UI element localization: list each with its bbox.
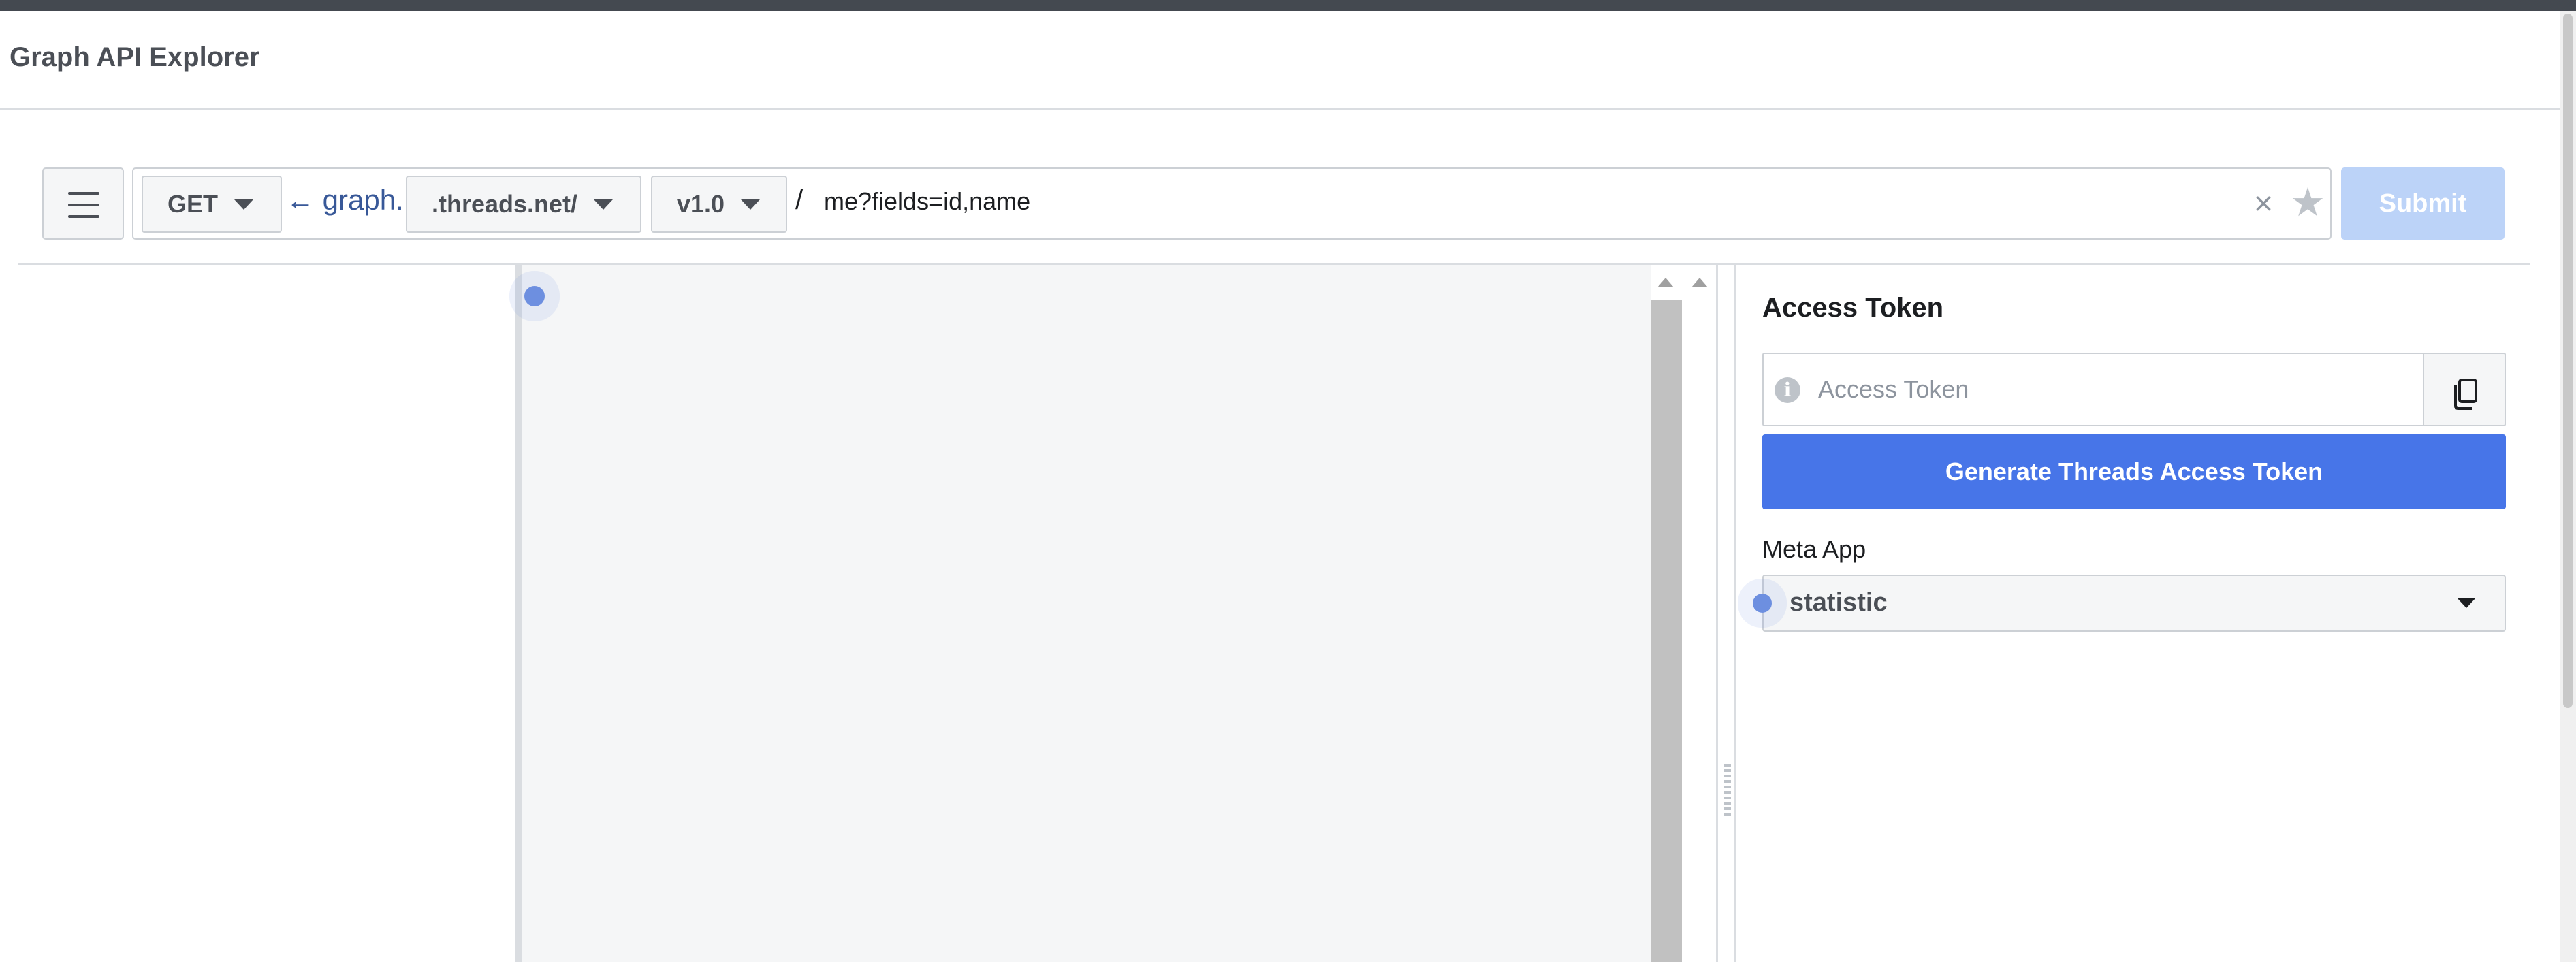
graph-domain-prefix: ← graph. xyxy=(286,184,404,216)
window-scrollbar-thumb[interactable] xyxy=(2563,14,2573,708)
response-scrollbar[interactable] xyxy=(1651,300,1682,962)
hamburger-icon xyxy=(68,192,99,195)
submit-button[interactable]: Submit xyxy=(2341,167,2505,240)
generate-access-token-button[interactable]: Generate Threads Access Token xyxy=(1762,434,2506,509)
hamburger-icon-bar xyxy=(68,204,99,206)
fields-pane xyxy=(0,265,518,962)
copy-token-button[interactable] xyxy=(2423,353,2506,426)
version-select[interactable]: v1.0 xyxy=(651,176,787,233)
query-path-input[interactable] xyxy=(814,180,2231,223)
version-value: v1.0 xyxy=(677,190,725,218)
http-method-value: GET xyxy=(168,190,219,218)
domain-value: .threads.net/ xyxy=(432,190,578,218)
access-token-heading: Access Token xyxy=(1762,293,1944,323)
meta-app-label: Meta App xyxy=(1762,535,1866,563)
response-pane xyxy=(518,265,1651,962)
access-token-input[interactable] xyxy=(1809,368,2415,411)
response-scroll-up-arrow[interactable] xyxy=(1657,278,1674,287)
hamburger-icon-bar xyxy=(68,215,99,218)
info-icon: i xyxy=(1775,377,1800,403)
cursor-indicator xyxy=(1753,594,1772,613)
domain-select[interactable]: .threads.net/ xyxy=(406,176,641,233)
copy-icon xyxy=(2454,379,2477,410)
page-title: Graph API Explorer xyxy=(10,42,260,72)
star-icon[interactable]: ★ xyxy=(2288,181,2327,225)
scroll-up-arrow[interactable] xyxy=(1691,278,1708,287)
menu-button[interactable] xyxy=(42,167,124,240)
close-icon[interactable]: × xyxy=(2247,185,2280,223)
chevron-down-icon xyxy=(234,199,254,210)
path-separator: / xyxy=(795,185,804,215)
meta-app-value: statistic xyxy=(1790,588,1888,617)
right-splitter[interactable] xyxy=(1716,265,1736,962)
chevron-down-icon xyxy=(2457,598,2476,608)
chevron-down-icon xyxy=(741,199,761,210)
browser-top-strip xyxy=(0,0,2576,11)
http-method-select[interactable]: GET xyxy=(142,176,282,233)
cursor-indicator xyxy=(524,286,545,306)
page-header: Graph API Explorer xyxy=(0,11,2560,110)
chevron-down-icon xyxy=(594,199,614,210)
right-resize-handle[interactable] xyxy=(1724,761,1731,816)
